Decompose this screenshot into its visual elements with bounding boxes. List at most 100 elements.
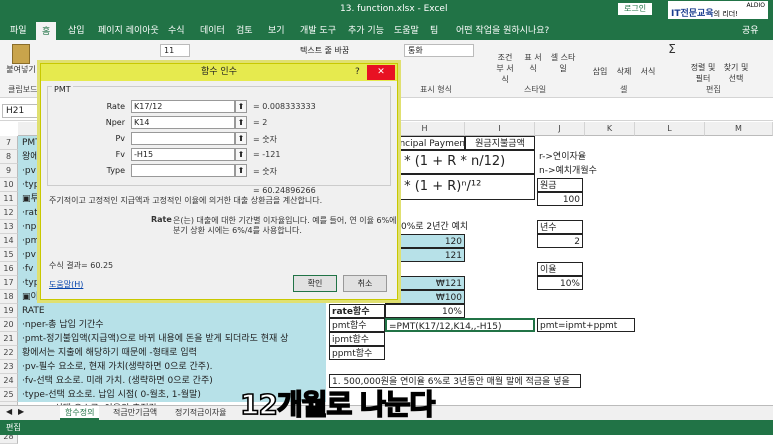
column-header-l[interactable]: L (635, 122, 705, 136)
cell-k18[interactable]: 10% (537, 276, 583, 290)
cell-h20[interactable]: 10% (385, 304, 465, 318)
column-header-m[interactable]: M (705, 122, 773, 136)
cell-k8[interactable]: r->연이자율 (537, 150, 627, 164)
row-header[interactable]: 25 (0, 388, 18, 402)
cell-k17[interactable]: 이율 (537, 262, 583, 276)
tab-help[interactable]: 도움말 (394, 23, 419, 36)
row-header[interactable]: 9 (0, 164, 18, 178)
next-sheet-icon[interactable]: ▶ (18, 407, 24, 416)
left-cell-r19[interactable]: RATE (20, 304, 324, 318)
conditional-format-button[interactable]: 조건부 서식 (494, 52, 516, 85)
row-header[interactable]: 24 (0, 374, 18, 388)
number-format-select[interactable]: 통화 (404, 44, 474, 57)
wrap-text-button[interactable]: 텍스트 줄 바꿈 (300, 45, 349, 56)
paste-label: 붙여넣기 (6, 65, 36, 74)
delete-cells-button[interactable]: 삭제 (614, 66, 634, 77)
tab-data[interactable]: 데이터 (200, 23, 225, 36)
sort-filter-button[interactable]: 정렬 및 필터 (690, 62, 716, 84)
cell-g21[interactable]: pmt함수 (329, 318, 385, 332)
tell-me-search[interactable]: 어떤 작업을 원하시나요? (456, 23, 549, 36)
row-header[interactable]: 15 (0, 248, 18, 262)
prev-sheet-icon[interactable]: ◀ (6, 407, 12, 416)
share-button[interactable]: 공유 (742, 23, 759, 36)
left-cell-r20[interactable]: ·nper-총 납입 기간수 (20, 318, 324, 332)
tab-addins[interactable]: 추가 기능 (348, 23, 384, 36)
column-header-j[interactable]: J (535, 122, 585, 136)
help-link[interactable]: 도움말(H) (49, 279, 83, 290)
dialog-help-icon[interactable]: ? (355, 64, 360, 81)
row-header[interactable]: 8 (0, 150, 18, 164)
left-cell-r23[interactable]: ·pv-필수 요소로, 현재 가치(생략하면 0으로 간주). (20, 360, 324, 374)
row-header[interactable]: 13 (0, 220, 18, 234)
row-header[interactable]: 11 (0, 192, 18, 206)
tab-view[interactable]: 보기 (268, 23, 285, 36)
tab-team[interactable]: 팀 (430, 23, 438, 36)
paste-button[interactable]: 붙여넣기 (6, 44, 36, 75)
tab-file[interactable]: 파일 (10, 23, 27, 36)
tab-review[interactable]: 검토 (236, 23, 253, 36)
arg-input[interactable]: K17/12 (131, 100, 235, 113)
column-header-i[interactable]: I (465, 122, 535, 136)
formula-result: 수식 결과= 60.25 (49, 261, 114, 270)
format-cells-button[interactable]: 서식 (638, 66, 658, 77)
collapse-dialog-icon[interactable]: ⬆ (235, 132, 247, 145)
cell-styles-button[interactable]: 셀 스타일 (550, 52, 576, 74)
login-button[interactable]: 로그인 (618, 3, 653, 15)
cell-g22[interactable]: ipmt함수 (329, 332, 385, 346)
cancel-button[interactable]: 취소 (343, 275, 387, 292)
left-cell-r22[interactable]: 황에서는 지출에 해당하기 때문에 -형태로 입력 (20, 346, 324, 360)
find-select-button[interactable]: 찾기 및 선택 (722, 62, 750, 84)
ok-button[interactable]: 확인 (293, 275, 337, 292)
font-size-select[interactable]: 11 (160, 44, 190, 57)
row-header[interactable]: 22 (0, 346, 18, 360)
cell-k9[interactable]: n->예치개월수 (537, 164, 627, 178)
cell-g23[interactable]: ppmt함수 (329, 346, 385, 360)
tab-formulas[interactable]: 수식 (168, 23, 185, 36)
row-header[interactable]: 10 (0, 178, 18, 192)
row-header[interactable]: 7 (0, 136, 18, 150)
tab-developer[interactable]: 개발 도구 (300, 23, 336, 36)
cell-k21[interactable]: pmt=ipmt+ppmt (537, 318, 635, 332)
format-table-button[interactable]: 표 서식 (522, 52, 544, 74)
tab-page-layout[interactable]: 페이지 레이아웃 (98, 23, 159, 36)
cell-k13[interactable]: 년수 (537, 220, 583, 234)
column-header-k[interactable]: K (585, 122, 635, 136)
cell-h21-active[interactable]: =PMT(K17/12,K14,,-H15) (385, 318, 535, 332)
cell-k10[interactable]: 원금 (537, 178, 583, 192)
collapse-dialog-icon[interactable]: ⬆ (235, 148, 247, 161)
sheet-tab-definition[interactable]: 함수정의 (60, 406, 100, 420)
cell-k14[interactable]: 2 (537, 234, 583, 248)
cell-g20[interactable]: rate함수 (329, 304, 385, 318)
row-header[interactable]: 12 (0, 206, 18, 220)
cell-h13[interactable]: 율10%로 2년간 예치 (385, 220, 535, 234)
row-header[interactable]: 20 (0, 318, 18, 332)
formula-simple-interest[interactable]: 금 * (1 + R * n/12) (385, 150, 535, 174)
row-header[interactable]: 21 (0, 332, 18, 346)
cell-k11[interactable]: 100 (537, 192, 583, 206)
insert-cells-button[interactable]: 삽입 (590, 66, 610, 77)
cell-i-header[interactable]: 원금지불금액 (465, 136, 535, 150)
autosum-icon[interactable]: Σ (666, 43, 678, 55)
collapse-dialog-icon[interactable]: ⬆ (235, 100, 247, 113)
row-header[interactable]: 19 (0, 304, 18, 318)
tab-insert[interactable]: 삽입 (68, 23, 85, 36)
arg-input[interactable]: K14 (131, 116, 235, 129)
clipboard-group-label: 클립보드 (8, 85, 38, 94)
arg-input[interactable]: -H15 (131, 148, 235, 161)
row-header[interactable]: 18 (0, 290, 18, 304)
tab-home[interactable]: 홈 (36, 22, 57, 40)
sheet-tab-savings-rate[interactable]: 정기적금이자율 (170, 406, 232, 420)
collapse-dialog-icon[interactable]: ⬆ (235, 116, 247, 129)
row-header[interactable]: 16 (0, 262, 18, 276)
sheet-tab-savings-maturity[interactable]: 적금만기금액 (108, 406, 162, 420)
row-header[interactable]: 17 (0, 276, 18, 290)
left-cell-r21[interactable]: ·pmt-정기불입액(지급액)으로 바뀌 내용에 돈을 받게 되더라도 현재 상 (20, 332, 324, 346)
row-header[interactable]: 14 (0, 234, 18, 248)
arg-input[interactable] (131, 164, 235, 177)
row-header[interactable]: 23 (0, 360, 18, 374)
collapse-dialog-icon[interactable]: ⬆ (235, 164, 247, 177)
window-title: 13. function.xlsx - Excel (340, 4, 448, 14)
arg-input[interactable] (131, 132, 235, 145)
dialog-close-icon[interactable]: ✕ (367, 65, 395, 80)
formula-compound-interest[interactable]: 금 * (1 + R)ⁿ/¹² (385, 174, 535, 200)
